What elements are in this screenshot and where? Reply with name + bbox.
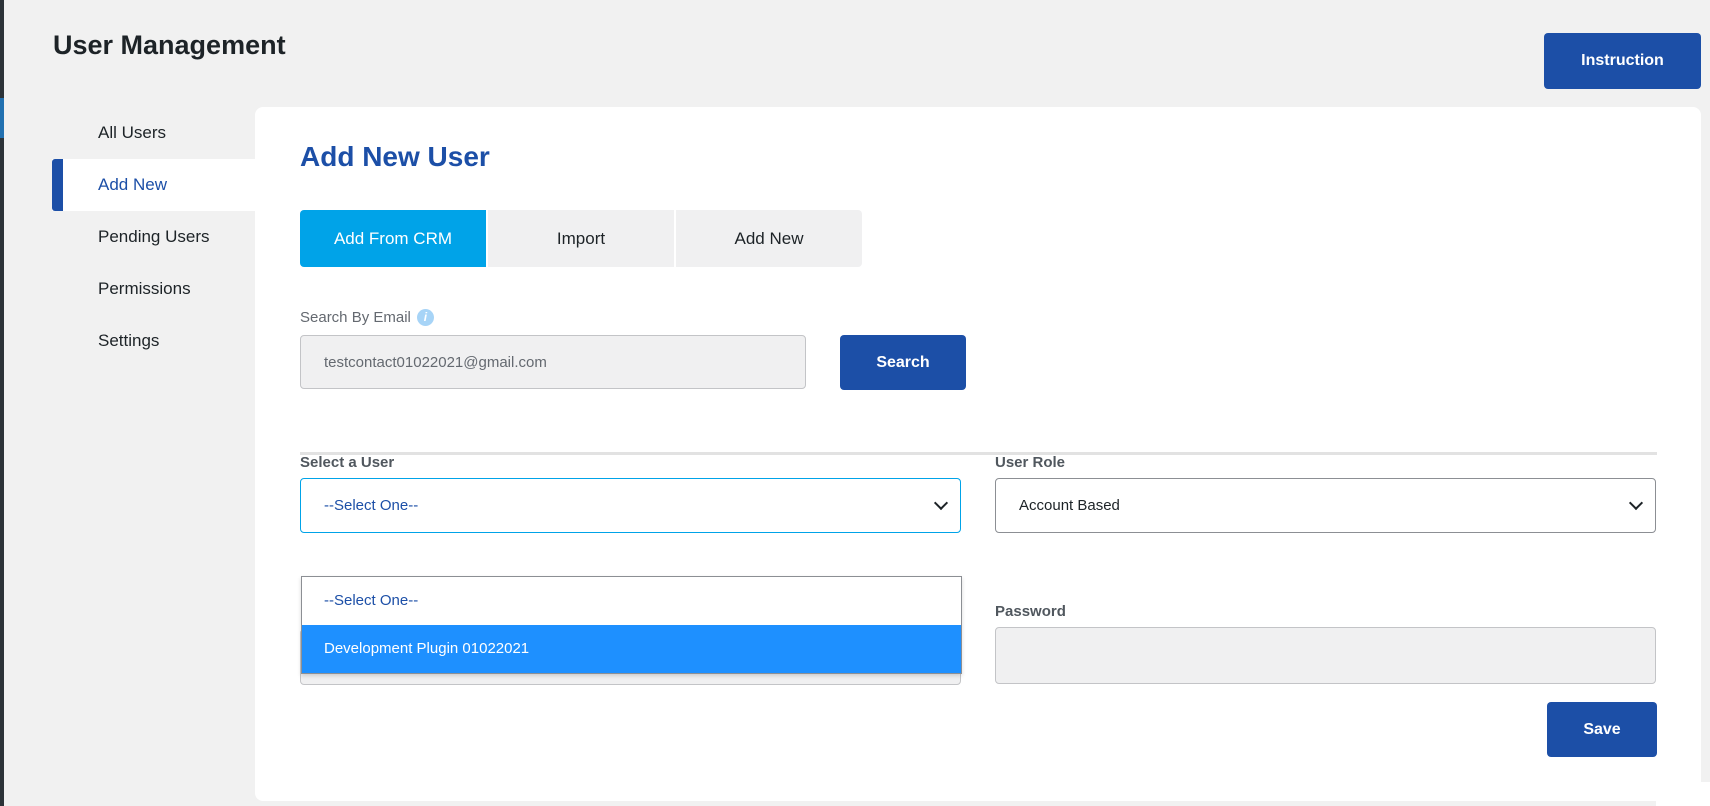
select-user-value: --Select One--: [324, 497, 419, 514]
search-email-input[interactable]: [300, 335, 806, 389]
sidebar-item-add-new[interactable]: Add New: [52, 159, 256, 211]
tab-import[interactable]: Import: [488, 210, 674, 267]
tab-bar: Add From CRM Import Add New: [300, 210, 864, 267]
password-input[interactable]: [995, 627, 1656, 684]
search-label-text: Search By Email: [300, 309, 411, 326]
select-user-options-list: --Select One-- Development Plugin 010220…: [301, 576, 962, 674]
page-title: User Management: [53, 30, 286, 60]
save-button[interactable]: Save: [1547, 702, 1657, 757]
user-role-label: User Role: [995, 454, 1066, 471]
sidebar-item-all-users[interactable]: All Users: [52, 107, 256, 159]
password-label: Password: [995, 603, 1066, 620]
instruction-button[interactable]: Instruction: [1544, 33, 1701, 89]
sidebar-item-permissions[interactable]: Permissions: [52, 263, 256, 315]
tab-add-from-crm[interactable]: Add From CRM: [300, 210, 486, 267]
user-role-value: Account Based: [1019, 497, 1120, 514]
search-button[interactable]: Search: [840, 335, 966, 390]
tab-add-new[interactable]: Add New: [676, 210, 862, 267]
dropdown-option[interactable]: --Select One--: [302, 577, 961, 625]
left-edge-indicator: [0, 98, 4, 138]
sidebar-item-pending-users[interactable]: Pending Users: [52, 211, 256, 263]
dropdown-option-highlighted[interactable]: Development Plugin 01022021: [302, 625, 961, 673]
chevron-down-icon: [1628, 495, 1644, 511]
select-user-dropdown[interactable]: --Select One--: [300, 478, 961, 533]
main-panel: Add New User Add From CRM Import Add New…: [255, 107, 1701, 801]
sidebar-item-settings[interactable]: Settings: [52, 315, 256, 367]
info-icon[interactable]: i: [416, 309, 434, 326]
left-edge-bar: [0, 0, 4, 806]
select-user-label: Select a User: [300, 454, 395, 471]
sidebar: All Users Add New Pending Users Permissi…: [52, 107, 256, 367]
section-divider: [300, 452, 1657, 455]
user-role-dropdown[interactable]: Account Based: [995, 478, 1656, 533]
corner-overlay: [1656, 782, 1710, 806]
panel-title: Add New User: [300, 141, 490, 172]
search-by-email-label: Search By Email i: [300, 309, 434, 326]
chevron-down-icon: [933, 495, 949, 511]
